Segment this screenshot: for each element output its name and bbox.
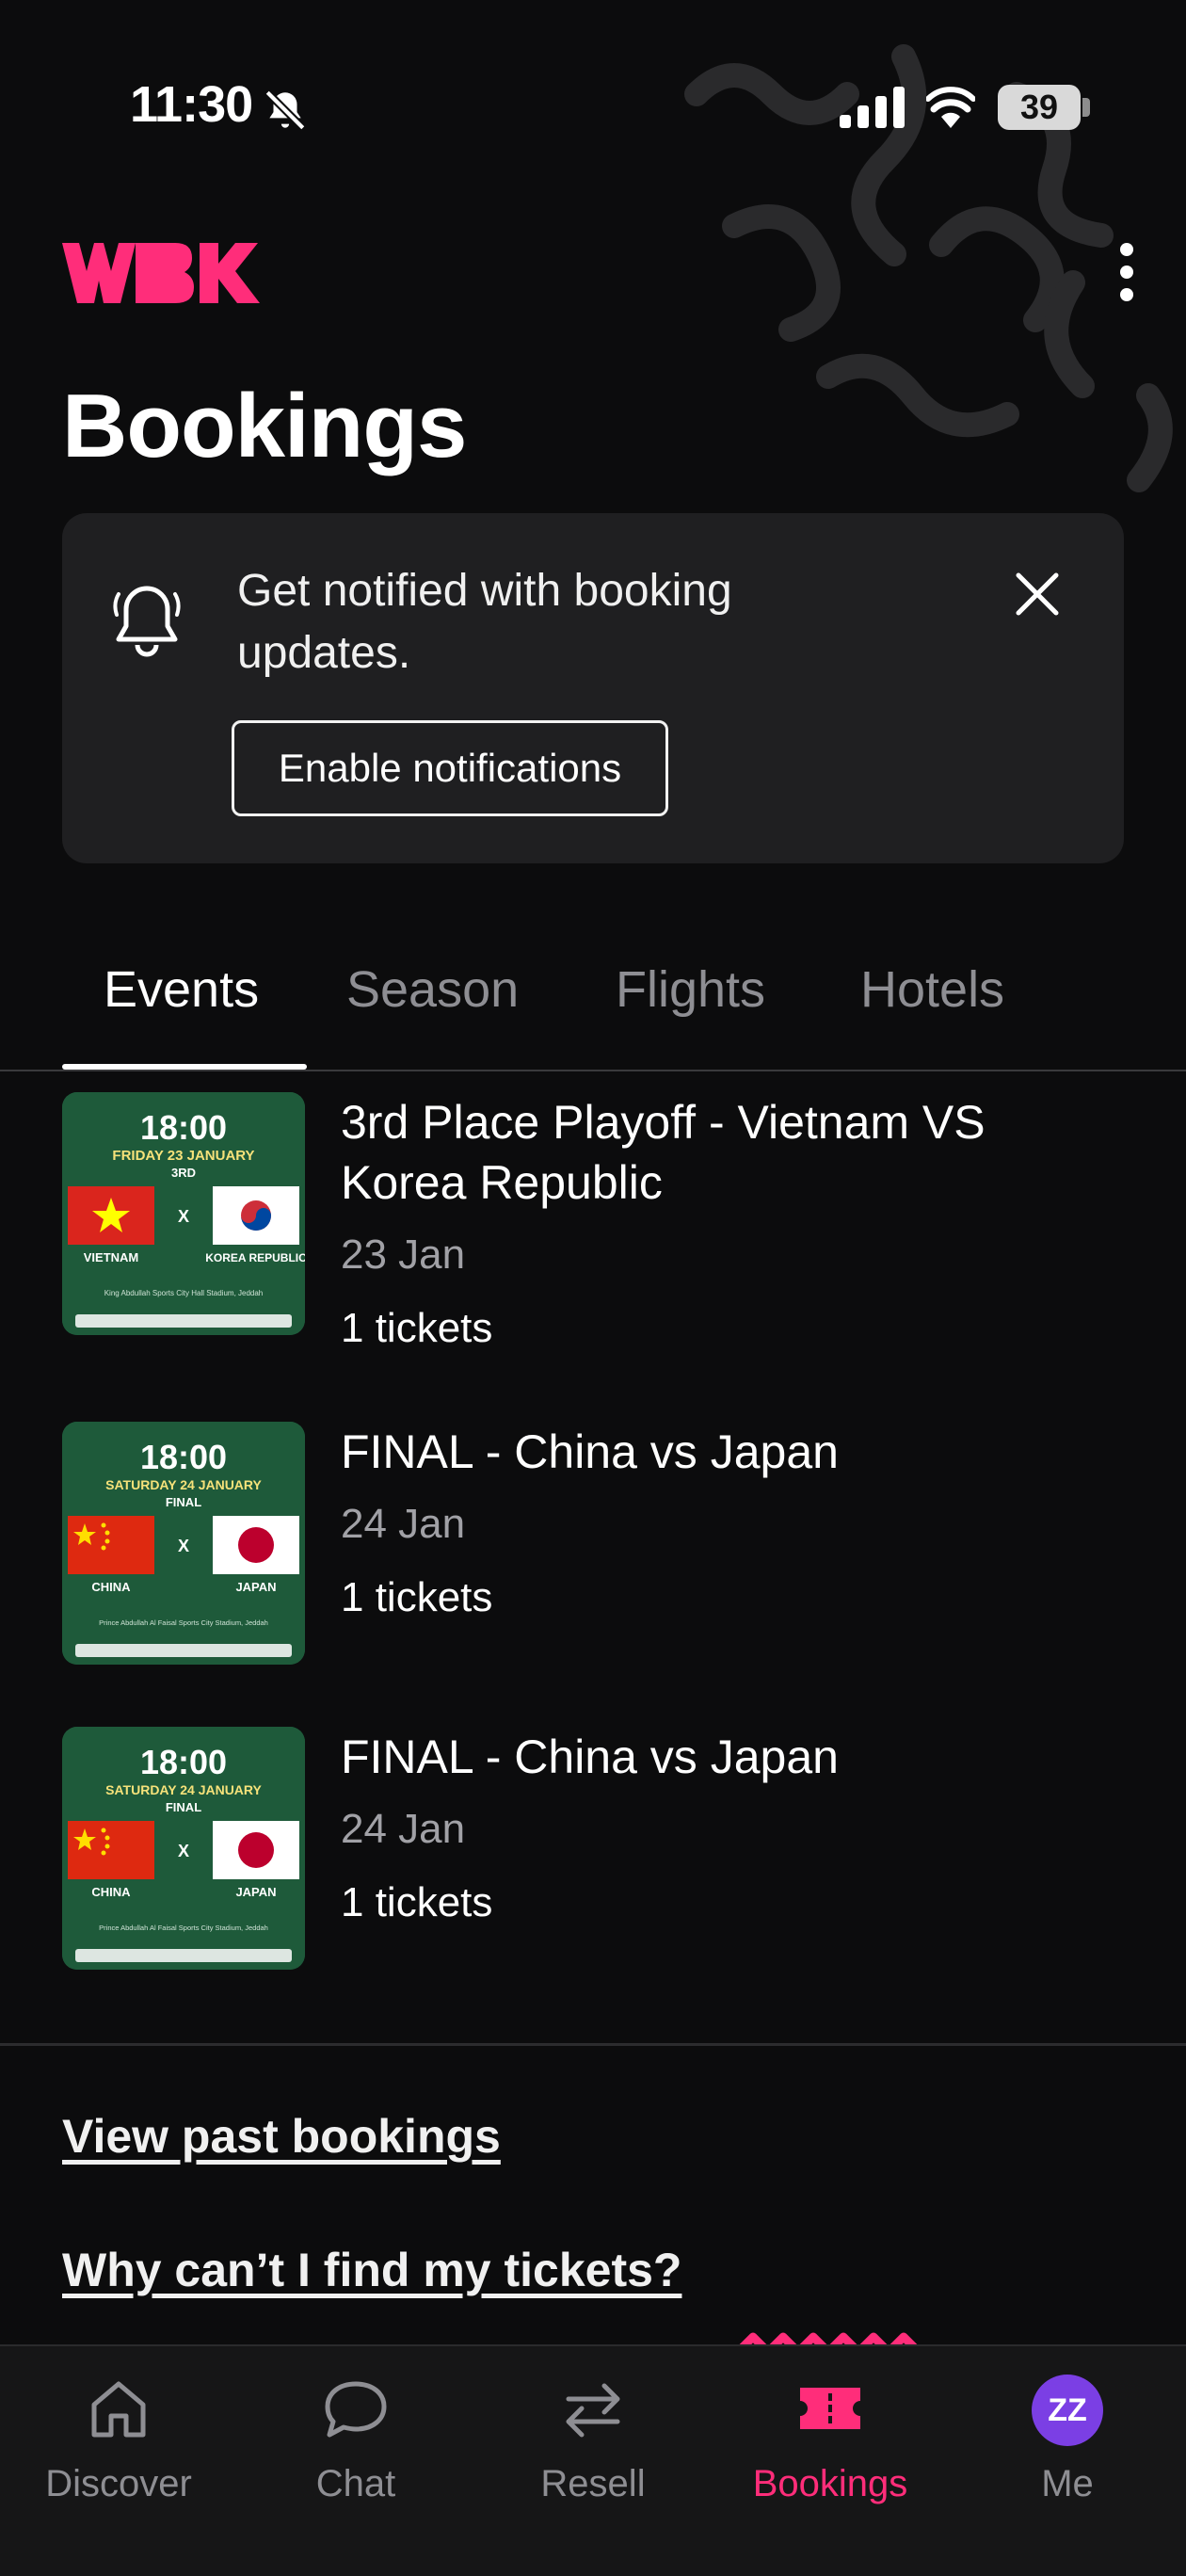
poster-day: FRIDAY 23 JANUARY [112, 1148, 254, 1164]
nav-bookings[interactable]: Bookings [712, 2346, 949, 2535]
poster-time: 18:00 [140, 1438, 227, 1476]
booking-tickets: 1 tickets [341, 1305, 493, 1351]
nav-label-me: Me [1041, 2463, 1094, 2504]
section-divider [0, 2043, 1186, 2046]
booking-tickets: 1 tickets [341, 1574, 493, 1620]
booking-date: 24 Jan [341, 1806, 466, 1852]
poster-stage: 3RD [171, 1166, 196, 1180]
signal-icon [840, 87, 905, 128]
event-poster: 18:00 FRIDAY 23 JANUARY 3RD X VIETNAM KO… [62, 1092, 305, 1335]
poster-vs: X [178, 1207, 189, 1226]
booking-date: 24 Jan [341, 1501, 466, 1547]
poster-time: 18:00 [140, 1743, 227, 1781]
poster-time: 18:00 [140, 1108, 227, 1147]
find-tickets-help-link[interactable]: Why can’t I find my tickets? [62, 2243, 681, 2297]
poster-team-left: CHINA [91, 1885, 131, 1899]
bell-icon [113, 586, 181, 657]
booking-item[interactable]: 18:00 SATURDAY 24 JANUARY FINAL X CHINA … [62, 1727, 1124, 1972]
nav-label-resell: Resell [540, 2463, 646, 2504]
notification-card: Get notified with booking updates. Enabl… [62, 513, 1124, 863]
ticket-icon [800, 2388, 860, 2429]
booking-tabs: Events Season Flights Hotels [0, 942, 1186, 1071]
battery-icon: 39 [998, 85, 1081, 130]
poster-vs: X [178, 1842, 189, 1860]
close-icon[interactable] [1013, 570, 1062, 619]
poster-stage: FINAL [166, 1800, 201, 1814]
poster-team-left: CHINA [91, 1580, 131, 1594]
chat-bubble-icon [325, 2381, 387, 2438]
bottom-navigation: Discover Chat Resell Bookings ZZ Me [0, 2344, 1186, 2576]
poster-venue: Prince Abdullah Al Faisal Sports City St… [99, 1618, 268, 1627]
nav-resell[interactable]: Resell [474, 2346, 712, 2535]
bell-off-icon [264, 89, 306, 131]
notification-text: Get notified with booking updates. [237, 566, 732, 678]
poster-day: SATURDAY 24 JANUARY [105, 1782, 262, 1797]
avatar: ZZ [1032, 2375, 1103, 2446]
tab-season[interactable]: Season [346, 960, 519, 1070]
tab-hotels[interactable]: Hotels [860, 960, 1004, 1070]
event-poster: 18:00 SATURDAY 24 JANUARY FINAL X CHINA … [62, 1727, 305, 1970]
tab-flights[interactable]: Flights [616, 960, 765, 1070]
status-bar: 11:30 39 [0, 0, 1186, 217]
poster-venue: King Abdullah Sports City Hall Stadium, … [104, 1289, 264, 1297]
enable-notifications-button[interactable]: Enable notifications [232, 720, 668, 816]
nav-label-discover: Discover [45, 2463, 192, 2504]
booking-title: FINAL - China vs Japan [341, 1731, 839, 1783]
china-flag [68, 1516, 154, 1574]
poster-vs: X [178, 1537, 189, 1555]
booking-title: FINAL - China vs Japan [341, 1425, 839, 1478]
active-tab-indicator [62, 1064, 307, 1070]
poster-team-left: VIETNAM [84, 1250, 139, 1264]
tab-events[interactable]: Events [104, 960, 259, 1070]
booking-title: 3rd Place Playoff - Vietnam VS Korea Rep… [341, 1096, 986, 1209]
battery-tip [1082, 98, 1090, 117]
wifi-icon [926, 87, 975, 128]
booking-tickets: 1 tickets [341, 1879, 493, 1925]
poster-team-right: JAPAN [235, 1580, 276, 1594]
poster-venue: Prince Abdullah Al Faisal Sports City St… [99, 1924, 268, 1932]
poster-day: SATURDAY 24 JANUARY [105, 1477, 262, 1492]
booking-date: 23 Jan [341, 1232, 466, 1278]
booking-item[interactable]: 18:00 SATURDAY 24 JANUARY FINAL X CHINA … [62, 1422, 1124, 1666]
nav-label-bookings: Bookings [752, 2463, 908, 2504]
nav-label-chat: Chat [315, 2463, 396, 2504]
home-icon [91, 2381, 146, 2438]
nav-chat[interactable]: Chat [237, 2346, 474, 2535]
china-flag [68, 1821, 154, 1879]
nav-me[interactable]: ZZ Me [949, 2346, 1186, 2535]
more-menu-icon[interactable] [1111, 243, 1143, 305]
poster-team-right: JAPAN [235, 1885, 276, 1899]
poster-stage: FINAL [166, 1495, 201, 1509]
event-poster: 18:00 SATURDAY 24 JANUARY FINAL X CHINA … [62, 1422, 305, 1665]
nav-discover[interactable]: Discover [0, 2346, 237, 2535]
wbk-logo [62, 243, 260, 303]
view-past-bookings-link[interactable]: View past bookings [62, 2109, 501, 2164]
page-title: Bookings [62, 376, 467, 476]
swap-arrows-icon [566, 2383, 620, 2438]
booking-item[interactable]: 18:00 FRIDAY 23 JANUARY 3RD X VIETNAM KO… [62, 1092, 1124, 1351]
status-time: 11:30 [130, 76, 253, 133]
poster-team-right: KOREA REPUBLIC [205, 1251, 305, 1264]
